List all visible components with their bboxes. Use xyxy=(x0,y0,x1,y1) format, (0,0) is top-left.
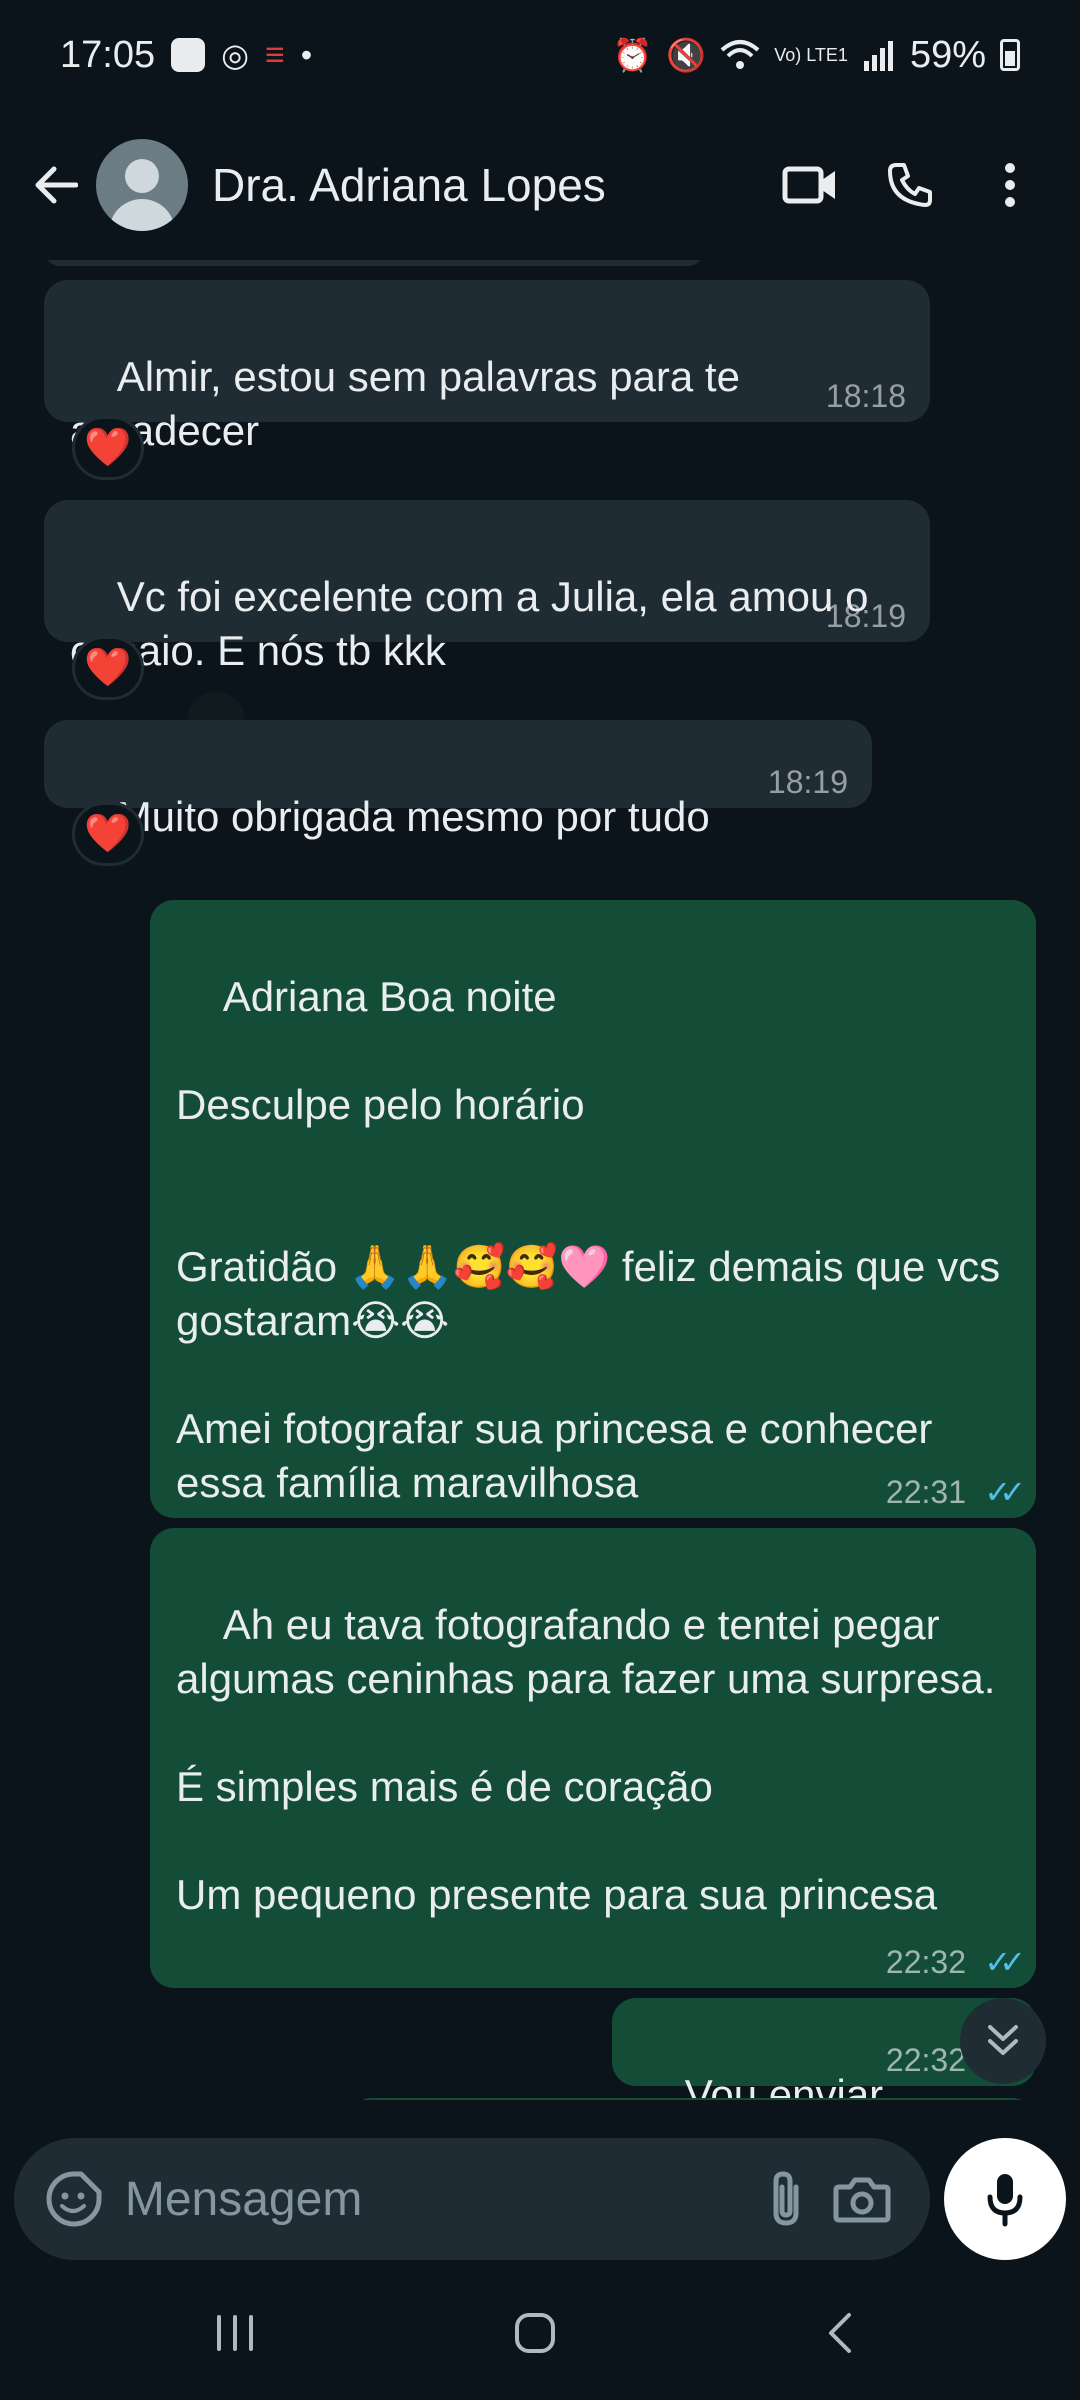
message-bubble-outgoing[interactable]: Ah eu tava fotografando e tentei pegar a… xyxy=(150,1528,1036,1988)
status-bar: 17:05 ◎ ≡ • ⏰ 🔇 Vo) LTE1 59% xyxy=(0,0,1080,110)
contact-name[interactable]: Dra. Adriana Lopes xyxy=(212,158,760,212)
message-input-bar xyxy=(14,2138,930,2260)
battery-percent: 59% xyxy=(909,33,986,76)
sticker-emoji-icon xyxy=(46,2171,102,2227)
network-type: Vo) LTE1 xyxy=(774,45,848,65)
more-notifications-dot-icon: • xyxy=(300,36,313,73)
read-ticks-icon: ✓✓ xyxy=(984,1474,1025,1510)
wifi-icon xyxy=(720,40,760,69)
reaction-heart[interactable]: ❤️ xyxy=(72,636,144,700)
message-text: Muito obrigada mesmo por tudo xyxy=(116,793,710,840)
message-text: Vc foi excelente com a Julia, ela amou o… xyxy=(70,573,881,674)
avatar-body xyxy=(109,199,175,231)
voice-call-button[interactable] xyxy=(860,135,960,235)
reaction-heart[interactable]: ❤️ xyxy=(72,802,144,866)
message-bubble-outgoing[interactable]: Adriana Boa noite Desculpe pelo horário … xyxy=(150,900,1036,1518)
more-options-button[interactable] xyxy=(960,135,1060,235)
message-time: 22:31 xyxy=(885,1474,966,1510)
back-chevron-icon xyxy=(829,2313,851,2353)
message-text: Vou enviar xyxy=(684,2071,884,2100)
reaction-heart[interactable]: ❤️ xyxy=(72,416,144,480)
video-call-button[interactable] xyxy=(760,135,860,235)
message-list[interactable]: Almir, estou sem palavras para te agrade… xyxy=(0,260,1080,2100)
signal-icon xyxy=(863,41,893,71)
voice-message-button[interactable] xyxy=(944,2138,1066,2260)
camera-icon xyxy=(833,2177,891,2223)
contact-avatar[interactable] xyxy=(96,139,188,231)
scroll-to-bottom-button[interactable] xyxy=(960,1998,1046,2084)
mute-icon: 🔇 xyxy=(666,37,707,73)
double-chevron-down-icon xyxy=(988,2025,1018,2055)
system-navigation-bar xyxy=(0,2268,1080,2400)
recent-apps-button[interactable] xyxy=(165,2288,305,2378)
message-time: 22:32 xyxy=(885,1944,966,1980)
emoji-button[interactable] xyxy=(44,2163,105,2235)
back-arrow-icon xyxy=(35,166,78,204)
notification-app-icon-2: ◎ xyxy=(221,37,250,73)
attach-button[interactable] xyxy=(748,2154,824,2244)
previous-message-edge xyxy=(44,260,704,266)
message-bubble-incoming[interactable]: Almir, estou sem palavras para te agrade… xyxy=(44,280,930,454)
next-message-edge xyxy=(348,2098,1036,2100)
message-bubble-incoming[interactable]: Vc foi excelente com a Julia, ela amou o… xyxy=(44,500,930,674)
message-time: 18:19 xyxy=(825,598,906,634)
alarm-icon: ⏰ xyxy=(612,37,653,73)
phone-icon xyxy=(888,163,932,207)
avatar-head xyxy=(125,159,159,193)
video-call-icon xyxy=(782,166,835,204)
back-nav-button[interactable] xyxy=(770,2288,910,2378)
message-bubble-incoming[interactable]: Muito obrigada mesmo por tudo 18:19 xyxy=(44,720,872,840)
recent-apps-icon xyxy=(217,2315,253,2351)
notification-app-icon xyxy=(171,38,206,72)
notification-app-icon-3: ≡ xyxy=(265,35,285,74)
message-input[interactable] xyxy=(122,2170,748,2228)
more-vert-icon xyxy=(1005,163,1015,207)
chat-header: Dra. Adriana Lopes xyxy=(0,110,1080,260)
message-time: 18:18 xyxy=(825,378,906,414)
home-button[interactable] xyxy=(465,2288,605,2378)
battery-icon xyxy=(1000,39,1020,71)
home-icon xyxy=(515,2313,555,2353)
message-text: Adriana Boa noite Desculpe pelo horário … xyxy=(176,973,1001,1506)
microphone-icon xyxy=(987,2174,1023,2227)
composer xyxy=(0,2120,1080,2260)
camera-button[interactable] xyxy=(824,2154,900,2244)
message-text: Ah eu tava fotografando e tentei pegar a… xyxy=(176,1601,996,1918)
back-button[interactable] xyxy=(20,140,90,230)
message-time: 22:32 xyxy=(885,2042,966,2078)
read-ticks-icon: ✓✓ xyxy=(984,1944,1025,1980)
message-time: 18:19 xyxy=(767,764,848,800)
status-time: 17:05 xyxy=(60,33,156,76)
paperclip-icon xyxy=(773,2171,799,2226)
message-text: Almir, estou sem palavras para te agrade… xyxy=(70,353,752,454)
